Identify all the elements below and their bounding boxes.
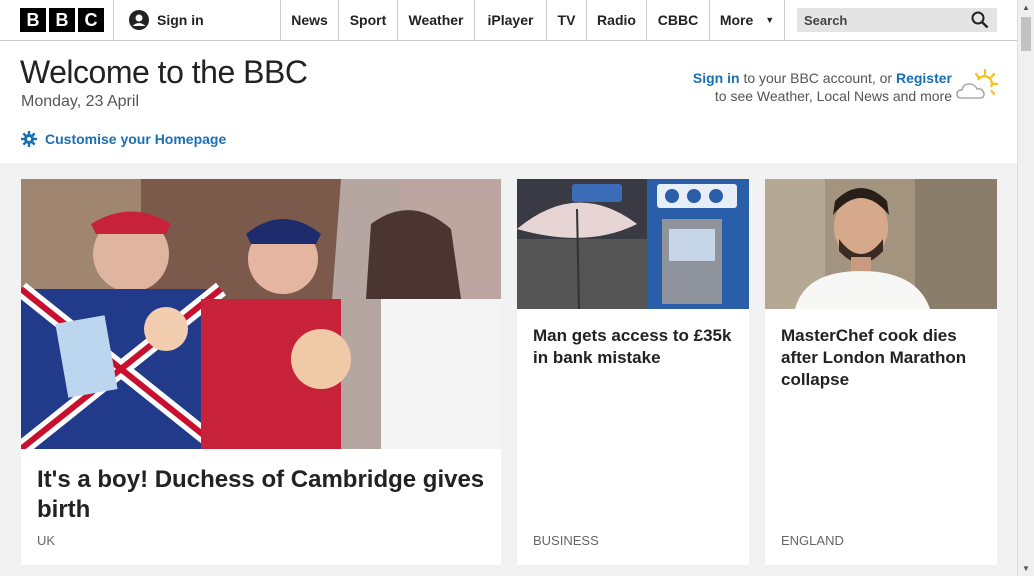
main-nav: News Sport Weather iPlayer TV Radio CBBC…	[280, 0, 785, 40]
logo-letter: C	[78, 8, 104, 32]
nav-sport[interactable]: Sport	[338, 0, 397, 40]
tsb-atm-photo	[517, 179, 749, 309]
story-section-label[interactable]: ENGLAND	[781, 533, 844, 548]
welcome-panel: Welcome to the BBC Monday, 23 April Cust…	[0, 41, 1017, 163]
nav-more-label: More	[719, 12, 754, 28]
chevron-down-icon: ▼	[765, 15, 775, 25]
account-prompt-tail: to see Weather, Local News and more	[714, 88, 952, 104]
nav-iplayer[interactable]: iPlayer	[474, 0, 546, 40]
search-icon[interactable]	[971, 11, 989, 29]
nav-cbbc[interactable]: CBBC	[646, 0, 709, 40]
story-card[interactable]: Man gets access to £35k in bank mistake …	[517, 179, 749, 565]
nav-weather[interactable]: Weather	[397, 0, 474, 40]
nav-more-button[interactable]: More ▼	[709, 0, 785, 40]
scrollbar-thumb[interactable]	[1021, 17, 1031, 51]
story-headline[interactable]: Man gets access to £35k in bank mistake	[533, 325, 738, 369]
logo-letter: B	[20, 8, 46, 32]
date-label: Monday, 23 April	[21, 93, 139, 110]
scroll-up-icon[interactable]: ▲	[1022, 3, 1030, 12]
bbc-logo[interactable]: B B C	[20, 8, 104, 32]
account-prompt-text: to your BBC account, or	[743, 70, 893, 86]
chef-portrait-photo	[765, 179, 997, 309]
customise-homepage-link[interactable]: Customise your Homepage	[21, 131, 226, 147]
logo-letter: B	[49, 8, 75, 32]
sign-in-label: Sign in	[157, 12, 204, 28]
story-section-label[interactable]: UK	[37, 533, 55, 548]
nav-tv[interactable]: TV	[546, 0, 586, 40]
story-section-label[interactable]: BUSINESS	[533, 533, 599, 548]
scroll-down-icon[interactable]: ▼	[1022, 564, 1030, 573]
page-title: Welcome to the BBC	[20, 54, 308, 90]
top-story-card[interactable]: It's a boy! Duchess of Cambridge gives b…	[21, 179, 501, 565]
sign-in-button[interactable]: Sign in	[113, 0, 280, 40]
account-sign-in-link[interactable]: Sign in	[693, 70, 740, 86]
nav-news[interactable]: News	[280, 0, 338, 40]
account-prompt: Sign in to your BBC account, or Register…	[672, 69, 952, 105]
weather-sun-cloud-icon	[956, 68, 999, 99]
avatar-icon	[129, 10, 149, 30]
register-link[interactable]: Register	[896, 70, 952, 86]
top-navigation-bar: B B C Sign in News Sport Weather iPlayer…	[0, 0, 1017, 41]
story-image-royal-fans[interactable]	[21, 179, 501, 449]
gear-icon	[21, 131, 37, 147]
story-image-chef[interactable]	[765, 179, 997, 309]
story-headline[interactable]: It's a boy! Duchess of Cambridge gives b…	[37, 465, 487, 525]
story-headline[interactable]: MasterChef cook dies after London Marath…	[781, 325, 986, 391]
nav-radio[interactable]: Radio	[586, 0, 646, 40]
customise-label: Customise your Homepage	[45, 131, 227, 147]
royal-fans-photo	[21, 179, 501, 449]
search-input[interactable]: Search	[797, 8, 997, 32]
page-scrollbar[interactable]: ▲ ▼	[1017, 0, 1034, 576]
search-placeholder: Search	[804, 12, 848, 28]
story-card[interactable]: MasterChef cook dies after London Marath…	[765, 179, 997, 565]
story-image-tsb[interactable]	[517, 179, 749, 309]
